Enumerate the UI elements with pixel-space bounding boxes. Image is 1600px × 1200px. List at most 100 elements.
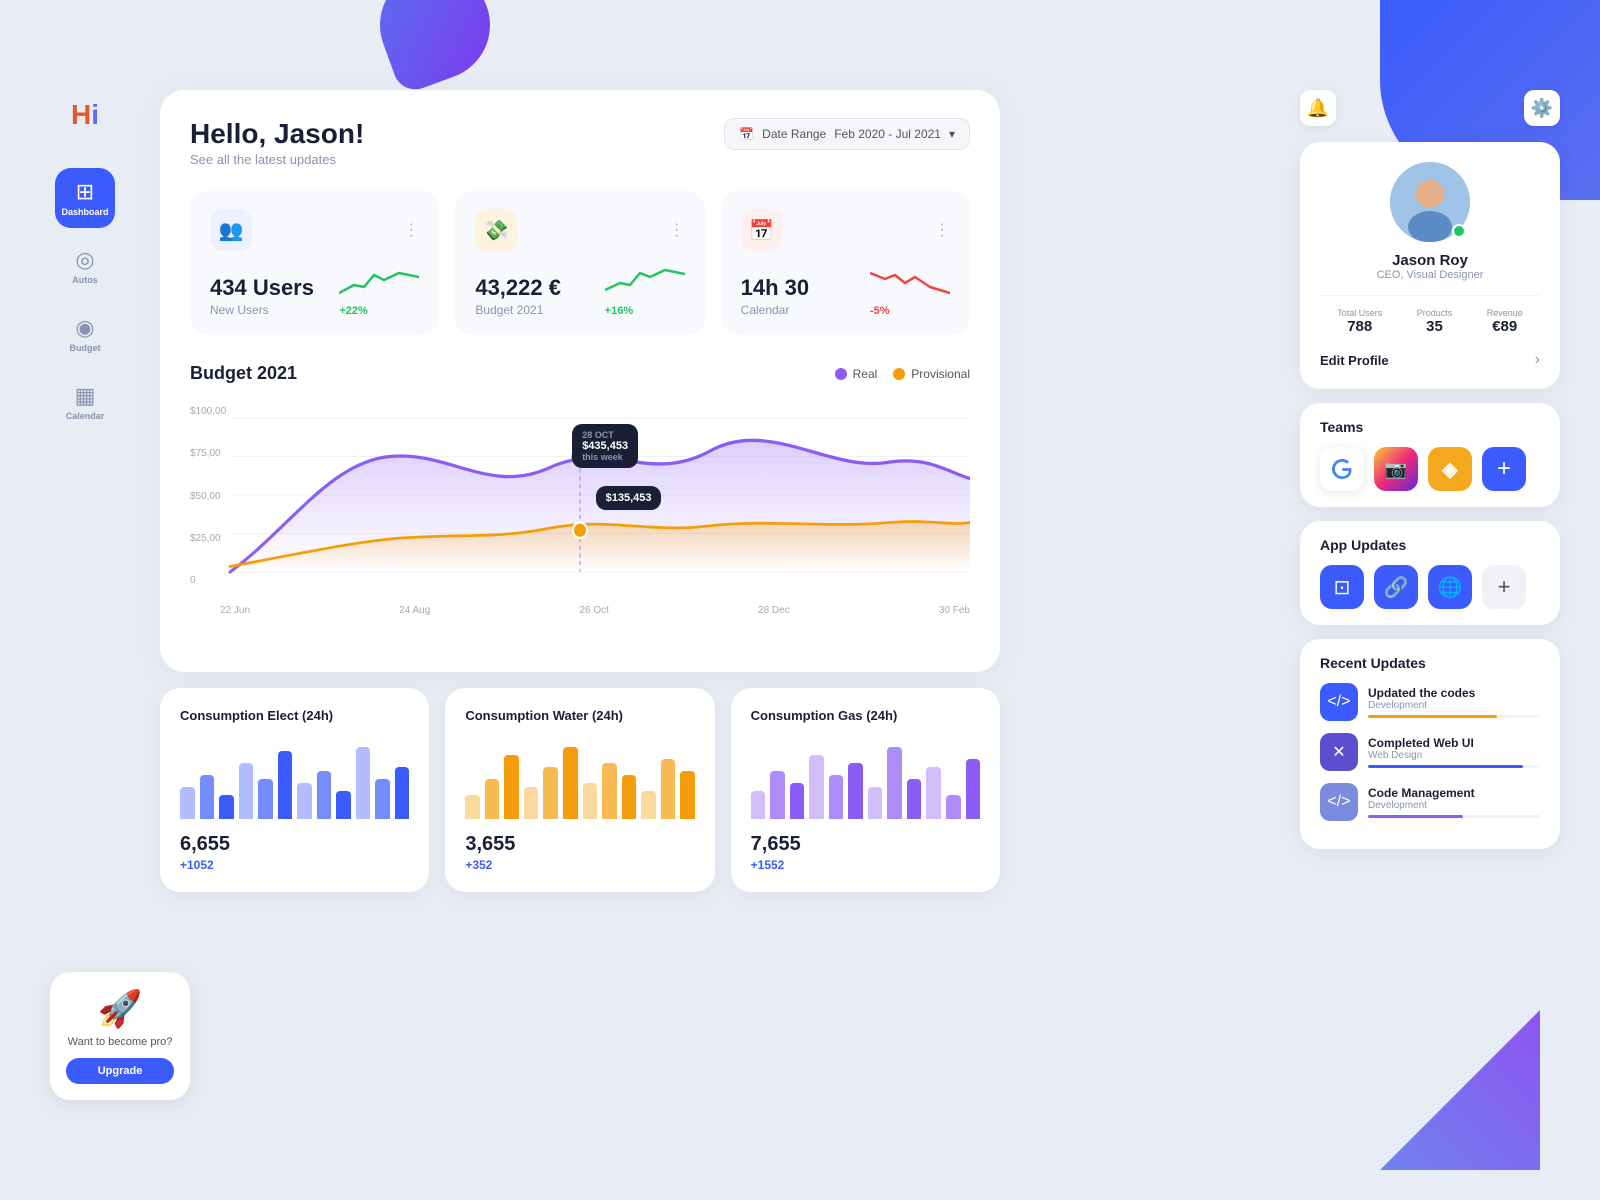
chart-y-labels: $100,00 $75,00 $50,00 $25,00 0 [190,396,226,616]
bar-item [790,783,805,819]
calendar-label: Calendar [741,303,810,317]
update-text-design: Completed Web UI Web Design [1368,736,1540,768]
stat-menu-calendar[interactable]: ⋮ [934,220,950,240]
budget-label: Budget 2021 [475,303,561,317]
teams-card: Teams 📷 ◈ + [1300,403,1560,507]
team-icons-container: 📷 ◈ + [1320,447,1540,491]
recent-updates-card: Recent Updates </> Updated the codes Dev… [1300,639,1560,849]
users-chart [339,265,419,300]
calendar-icon: 📅 [739,127,754,141]
stat-cards-container: 👥 ⋮ 434 Users New Users +22% [190,191,970,335]
budget-icon: ◉ [75,315,94,341]
bar-item [563,747,578,819]
budget-chart-title: Budget 2021 [190,363,297,384]
recent-update-management: </> Code Management Development [1320,783,1540,821]
update-title-management: Code Management [1368,786,1540,800]
calendar-label: Calendar [66,411,105,421]
recent-updates-title: Recent Updates [1320,655,1540,671]
budget-trend: +16% [605,305,685,317]
bar-item [485,779,500,819]
team-google[interactable] [1320,447,1364,491]
bar-item [641,791,656,819]
chevron-down-icon: ▾ [949,127,955,141]
app-updates-card: App Updates ⊡ 🔗 🌐 + [1300,521,1560,625]
profile-name: Jason Roy [1320,252,1540,269]
stat-label-revenue: Revenue [1487,308,1523,318]
upgrade-button[interactable]: Upgrade [66,1058,174,1084]
sidebar-item-autos[interactable]: ◎ Autos [55,236,115,296]
consumption-elect-value: 6,655 [180,833,409,856]
stat-menu-budget[interactable]: ⋮ [669,220,685,240]
bar-item [751,791,766,819]
stat-menu-users[interactable]: ⋮ [403,220,419,240]
main-card: Hello, Jason! See all the latest updates… [160,90,1000,672]
bar-item [543,767,558,819]
update-category-management: Development [1368,800,1540,811]
app-updates-title: App Updates [1320,537,1540,553]
app-icon-link[interactable]: 🔗 [1374,565,1418,609]
chart-tooltip-2: $135,453 [596,486,662,510]
users-trend: +22% [339,305,419,317]
app-icon-qr[interactable]: ⊡ [1320,565,1364,609]
calendar-stat-icon: 📅 [741,209,783,251]
calendar-value: 14h 30 [741,275,810,301]
stat-card-calendar: 📅 ⋮ 14h 30 Calendar -5% [721,191,970,335]
upgrade-card: 🚀 Want to become pro? Upgrade [50,972,190,1100]
bar-item [278,751,293,819]
update-text-code: Updated the codes Development [1368,686,1540,718]
bar-item [809,755,824,819]
chart-x-labels: 22 Jun 24 Aug 26 Oct 28 Dec 30 Feb [220,605,970,616]
update-icon-code: </> [1320,683,1358,721]
bar-item [465,795,480,819]
consumption-elect-chart [180,739,409,819]
consumption-gas-title: Consumption Gas (24h) [751,708,980,723]
team-add-button[interactable]: + [1482,447,1526,491]
calendar-trend: -5% [870,305,950,317]
budget-stat-icon: 💸 [475,209,517,251]
budget-chart-section: Budget 2021 Real Provisional $100,00 [190,363,970,616]
notification-icon[interactable]: 🔔 [1300,90,1336,126]
app-icon-globe[interactable]: 🌐 [1428,565,1472,609]
recent-update-design: ✕ Completed Web UI Web Design [1320,733,1540,771]
bar-item [829,775,844,819]
settings-icon[interactable]: ⚙️ [1524,90,1560,126]
sidebar-item-dashboard[interactable]: ⊞ Dashboard [55,168,115,228]
chart-tooltip-1: 28 OCT $435,453 this week [572,424,638,468]
sidebar-item-budget[interactable]: ◉ Budget [55,304,115,364]
team-instagram[interactable]: 📷 [1374,447,1418,491]
update-progress-management [1368,815,1540,818]
bar-item [180,787,195,819]
consumption-card-elect: Consumption Elect (24h) 6,655 +1052 [160,688,429,892]
consumption-elect-title: Consumption Elect (24h) [180,708,409,723]
sidebar-item-calendar[interactable]: ▦ Calendar [55,372,115,432]
update-progress-bar-code [1368,715,1497,718]
update-icon-design: ✕ [1320,733,1358,771]
app-icon-more[interactable]: + [1482,565,1526,609]
update-progress-design [1368,765,1540,768]
update-title-design: Completed Web UI [1368,736,1540,750]
teams-title: Teams [1320,419,1540,435]
bar-item [504,755,519,819]
update-category-design: Web Design [1368,750,1540,761]
calendar-icon: ▦ [75,383,96,409]
dashboard-label: Dashboard [61,207,108,217]
consumption-water-value: 3,655 [465,833,694,856]
avatar-online-indicator [1452,224,1466,238]
right-panel-top: 🔔 ⚙️ [1300,90,1560,126]
consumption-gas-change: +1552 [751,858,980,872]
edit-profile-button[interactable]: Edit Profile › [1320,349,1540,369]
update-category-code: Development [1368,700,1540,711]
bar-item [661,759,676,819]
team-binance[interactable]: ◈ [1428,447,1472,491]
update-progress-bar-design [1368,765,1523,768]
autos-icon: ◎ [75,247,94,273]
bar-item [297,783,312,819]
greeting-section: Hello, Jason! See all the latest updates [190,118,364,167]
bar-item [317,771,332,819]
bar-item [336,791,351,819]
bar-item [239,763,254,819]
bar-item [622,775,637,819]
sidebar: Hi ⊞ Dashboard ◎ Autos ◉ Budget ▦ Calend… [50,90,120,432]
date-range-button[interactable]: 📅 Date Range Feb 2020 - Jul 2021 ▾ [724,118,970,150]
consumption-card-gas: Consumption Gas (24h) 7,655 +1552 [731,688,1000,892]
